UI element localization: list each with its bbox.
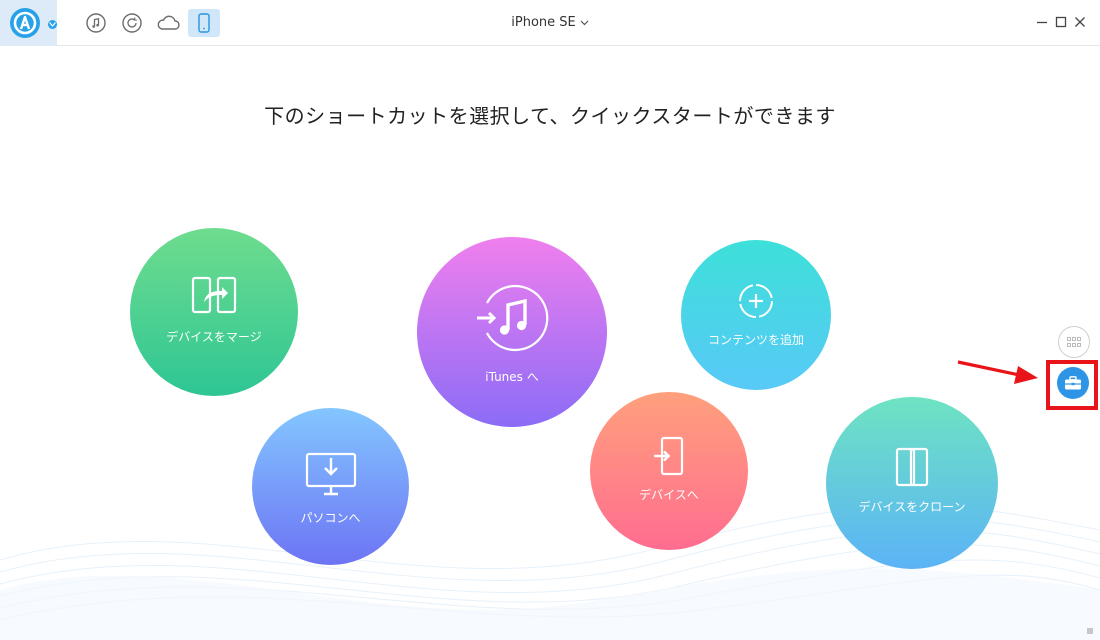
clone-device-icon	[826, 447, 998, 487]
annotation-arrow	[957, 360, 1038, 384]
device-selector: iPhone SE	[0, 15, 1100, 30]
title-bar: iPhone SE	[0, 0, 1100, 46]
to-device-icon	[590, 436, 748, 476]
resize-grip[interactable]	[1087, 628, 1093, 634]
shortcut-label: デバイスをクローン	[858, 500, 966, 514]
toolbox-button[interactable]	[1057, 367, 1089, 399]
shortcut-label: デバイスをマージ	[166, 330, 262, 344]
shortcut-label: iTunes へ	[485, 370, 539, 384]
add-content-button[interactable]: コンテンツを追加	[681, 240, 831, 390]
clone-device-button[interactable]: デバイスをクローン	[826, 397, 998, 569]
to-itunes-icon	[417, 281, 607, 355]
to-device-button[interactable]: デバイスへ	[590, 392, 748, 550]
grid-view-icon	[1067, 337, 1081, 347]
to-computer-icon	[252, 450, 409, 498]
shortcut-label: パソコンへ	[300, 511, 361, 525]
minimize-icon[interactable]	[1033, 13, 1051, 31]
add-content-icon	[681, 282, 831, 320]
close-icon[interactable]	[1071, 13, 1089, 31]
to-itunes-button[interactable]: iTunes へ	[417, 237, 607, 427]
maximize-icon[interactable]	[1052, 13, 1070, 31]
merge-device-icon	[130, 276, 298, 316]
shortcut-label: デバイスへ	[639, 488, 699, 502]
grid-view-button[interactable]	[1058, 326, 1090, 358]
toolbox-icon	[1065, 376, 1081, 390]
device-dropdown[interactable]: iPhone SE	[511, 15, 589, 30]
merge-device-button[interactable]: デバイスをマージ	[130, 228, 298, 396]
shortcut-label: コンテンツを追加	[707, 333, 804, 347]
device-name: iPhone SE	[511, 15, 576, 30]
chevron-down-icon	[580, 20, 589, 25]
page-headline: 下のショートカットを選択して、クイックスタートができます	[264, 104, 836, 128]
to-computer-button[interactable]: パソコンへ	[252, 408, 409, 565]
